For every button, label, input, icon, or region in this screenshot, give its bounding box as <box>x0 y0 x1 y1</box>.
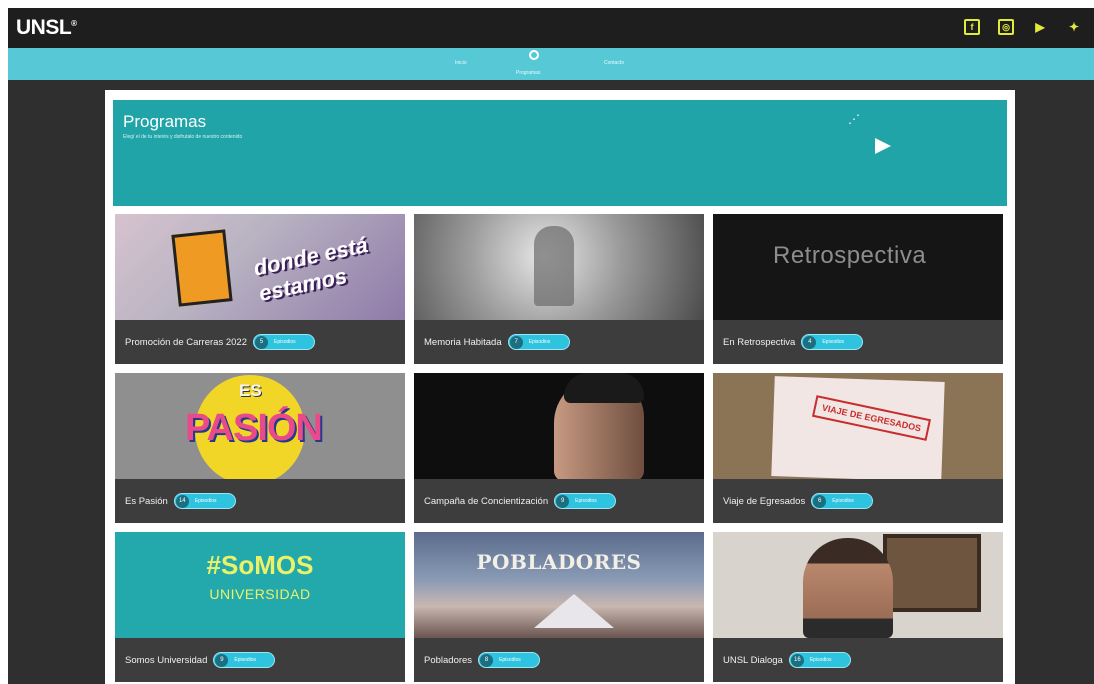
program-title: Promoción de Carreras 2022 <box>125 336 247 348</box>
program-card[interactable]: Memoria Habitada 7 Episodios <box>414 214 704 364</box>
thumbnail-text: donde está estamos <box>251 232 371 307</box>
play-icon <box>875 138 891 154</box>
programs-banner: Programas Elegí el de tu interés y disfr… <box>113 100 1007 206</box>
program-thumbnail: #SoMOS UNIVERSIDAD <box>115 532 405 638</box>
nav-contacto[interactable]: Contacto <box>604 60 624 66</box>
program-card[interactable]: ES PASIÓN Es Pasión 14 Episodios <box>115 373 405 523</box>
program-card[interactable]: donde está estamos Promoción de Carreras… <box>115 214 405 364</box>
thumbnail-text: PASIÓN <box>185 407 323 449</box>
program-title: En Retrospectiva <box>723 336 796 348</box>
program-caption: En Retrospectiva 4 Episodios <box>713 320 1003 364</box>
episodes-button[interactable]: 5 Episodios <box>252 334 315 350</box>
episode-count: 6 <box>813 494 827 508</box>
episodes-button[interactable]: 7 Episodios <box>507 334 570 350</box>
program-caption: Pobladores 8 Episodios <box>414 638 704 682</box>
episode-count: 8 <box>480 653 494 667</box>
episodes-label: Episodios <box>832 498 854 504</box>
episodes-button[interactable]: 16 Episodios <box>788 652 851 668</box>
episodes-label: Episodios <box>194 498 217 504</box>
top-header: UNSL® f ◎ ▶ ✦ <box>8 8 1094 48</box>
youtube-icon[interactable]: ▶ <box>1032 19 1048 35</box>
figure-graphic <box>534 226 574 306</box>
program-thumbnail <box>414 373 704 479</box>
wall-picture-graphic <box>883 534 981 612</box>
thumbnail-text: POBLADORES <box>476 550 642 574</box>
page-subtitle: Elegí el de tu interés y disfrutalo de n… <box>123 134 243 140</box>
program-card[interactable]: UNSL Dialoga 16 Episodios <box>713 532 1003 682</box>
program-card[interactable]: #SoMOS UNIVERSIDAD Somos Universidad 9 Ep… <box>115 532 405 682</box>
program-thumbnail: donde está estamos <box>115 214 405 320</box>
episodes-button[interactable]: 4 Episodios <box>801 334 864 350</box>
episodes-label: Episodios <box>809 657 832 663</box>
program-thumbnail: VIAJE DE EGRESADOS <box>713 373 1003 479</box>
episodes-button[interactable]: 8 Episodios <box>478 652 541 668</box>
main-nav: Inicio Programas Contacto <box>8 48 1094 80</box>
page-title: Programas <box>123 112 207 131</box>
episode-count: 14 <box>175 494 189 508</box>
program-title: Es Pasión <box>125 495 168 507</box>
program-caption: Viaje de Egresados 6 Episodios <box>713 479 1003 523</box>
program-card[interactable]: Campaña de Concientización 9 Episodios <box>414 373 704 523</box>
episode-count: 16 <box>790 653 804 667</box>
program-thumbnail <box>414 214 704 320</box>
program-caption: Es Pasión 14 Episodios <box>115 479 405 523</box>
hair-graphic <box>564 373 644 403</box>
unsl-logo[interactable]: UNSL® <box>16 16 77 40</box>
episodes-label: Episodios <box>273 339 296 345</box>
program-title: Campaña de Concientización <box>424 495 549 507</box>
program-caption: Promoción de Carreras 2022 5 Episodios <box>115 320 405 364</box>
episodes-label: Episodios <box>528 339 551 345</box>
episodes-button[interactable]: 14 Episodios <box>173 493 236 509</box>
thumbnail-text: #SoMOS <box>206 550 314 580</box>
program-caption: Memoria Habitada 7 Episodios <box>414 320 704 364</box>
nav-inicio[interactable]: Inicio <box>455 60 467 66</box>
program-title: UNSL Dialoga <box>723 654 783 666</box>
program-title: Somos Universidad <box>125 654 208 666</box>
mountain-graphic <box>534 594 614 628</box>
page-frame: UNSL® f ◎ ▶ ✦ Inicio Programas Contacto … <box>8 8 1094 684</box>
thumbnail-text: Retrospectiva <box>773 242 927 269</box>
episode-count: 5 <box>254 335 268 349</box>
program-title: Pobladores <box>424 654 473 666</box>
twitter-icon[interactable]: ✦ <box>1066 19 1082 35</box>
program-caption: Somos Universidad 9 Episodios <box>115 638 405 682</box>
program-caption: Campaña de Concientización 9 Episodios <box>414 479 704 523</box>
thumbnail-text: ES <box>239 381 262 400</box>
program-title: Memoria Habitada <box>424 336 502 348</box>
instagram-icon[interactable]: ◎ <box>998 19 1014 35</box>
facebook-icon[interactable]: f <box>964 19 980 35</box>
program-title: Viaje de Egresados <box>723 495 806 507</box>
program-thumbnail: POBLADORES <box>414 532 704 638</box>
programs-grid: donde está estamos Promoción de Carreras… <box>115 214 1003 682</box>
program-thumbnail: Retrospectiva <box>713 214 1003 320</box>
thumbnail-text: UNIVERSIDAD <box>209 586 311 602</box>
social-links: f ◎ ▶ ✦ <box>964 19 1082 35</box>
episode-count: 7 <box>509 335 523 349</box>
program-thumbnail: ES PASIÓN <box>115 373 405 479</box>
episodes-label: Episodios <box>822 339 845 345</box>
program-caption: UNSL Dialoga 16 Episodios <box>713 638 1003 682</box>
episodes-label: Episodios <box>575 498 597 504</box>
projector-rays-icon: ⋰ <box>848 112 860 126</box>
episode-count: 9 <box>215 653 229 667</box>
episodes-button[interactable]: 9 Episodios <box>554 493 617 509</box>
episodes-label: Episodios <box>234 657 257 663</box>
episode-count: 9 <box>556 494 570 508</box>
nav-programas[interactable]: Programas <box>516 70 540 76</box>
tv-graphic <box>171 229 233 307</box>
program-thumbnail <box>713 532 1003 638</box>
episodes-button[interactable]: 6 Episodios <box>811 493 874 509</box>
episodes-label: Episodios <box>499 657 521 663</box>
episodes-button[interactable]: 9 Episodios <box>213 652 276 668</box>
program-card[interactable]: POBLADORES Pobladores 8 Episodios <box>414 532 704 682</box>
episode-count: 4 <box>803 335 817 349</box>
person-graphic <box>803 538 893 638</box>
programs-panel: Programas Elegí el de tu interés y disfr… <box>105 90 1015 684</box>
programas-nav-icon <box>529 50 539 60</box>
program-card[interactable]: VIAJE DE EGRESADOS Viaje de Egresados 6E… <box>713 373 1003 523</box>
program-card[interactable]: Retrospectiva En Retrospectiva 4 Episodio… <box>713 214 1003 364</box>
